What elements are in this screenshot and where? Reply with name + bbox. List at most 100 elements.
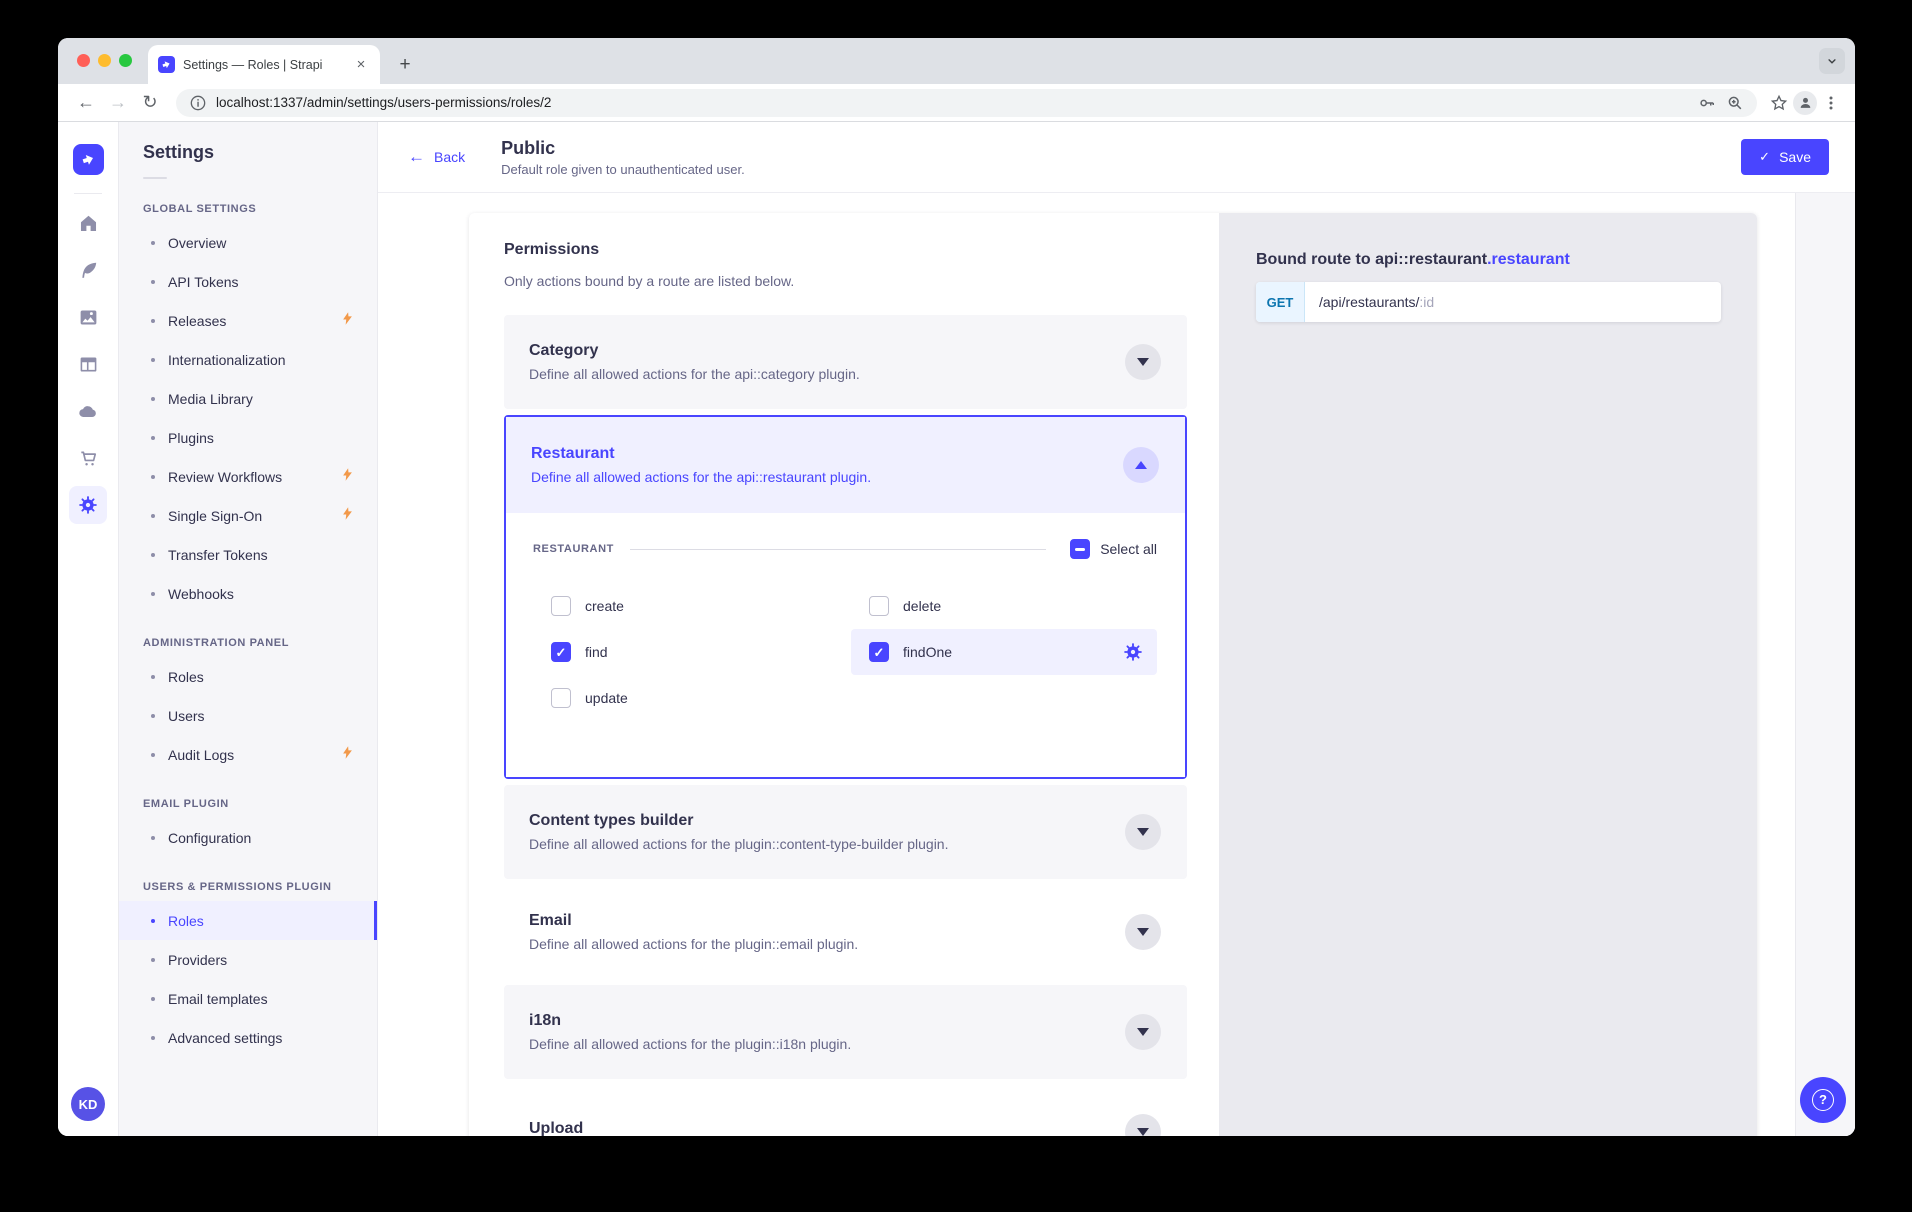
- content-type-builder-icon[interactable]: [69, 345, 107, 383]
- url-text[interactable]: localhost:1337/admin/settings/users-perm…: [216, 95, 1689, 110]
- save-button[interactable]: ✓ Save: [1741, 139, 1829, 175]
- bookmark-star-icon[interactable]: [1769, 93, 1789, 113]
- content-manager-feather-icon[interactable]: [69, 251, 107, 289]
- checkbox-findone[interactable]: [869, 642, 889, 662]
- browser-forward-button[interactable]: →: [104, 92, 132, 113]
- action-update: update: [533, 675, 839, 721]
- accordion-title: Email: [529, 912, 858, 930]
- sidebar-item-single-sign-on[interactable]: Single Sign-On: [119, 496, 377, 535]
- browser-tab[interactable]: Settings — Roles | Strapi ×: [148, 45, 380, 84]
- tab-close-icon[interactable]: ×: [352, 56, 370, 74]
- sidebar-item-releases[interactable]: Releases: [119, 301, 377, 340]
- accordion-header-category[interactable]: CategoryDefine all allowed actions for t…: [504, 315, 1187, 409]
- route-path-base: /api/restaurants/: [1319, 294, 1419, 310]
- sidebar-item-label: Overview: [168, 235, 377, 251]
- marketplace-cart-icon[interactable]: [69, 439, 107, 477]
- chevron-down-icon[interactable]: [1125, 1014, 1161, 1050]
- sidebar-item-api-tokens[interactable]: API Tokens: [119, 262, 377, 301]
- sidebar-item-internationalization[interactable]: Internationalization: [119, 340, 377, 379]
- triangle-glyph: [1137, 1128, 1149, 1136]
- bound-route-title-suffix: .restaurant: [1487, 251, 1570, 268]
- tab-search-chevron-icon[interactable]: [1819, 48, 1845, 74]
- sidebar-item-audit-logs[interactable]: Audit Logs: [119, 735, 377, 774]
- settings-gear-icon[interactable]: [69, 486, 107, 524]
- sidebar-item-review-workflows[interactable]: Review Workflows: [119, 457, 377, 496]
- strapi-logo-icon[interactable]: [73, 144, 104, 175]
- user-avatar[interactable]: KD: [71, 1087, 105, 1121]
- sidebar-item-advanced-settings[interactable]: Advanced settings: [119, 1018, 377, 1057]
- window-controls[interactable]: [77, 54, 132, 67]
- action-create: create: [533, 583, 839, 629]
- permissions-card: Permissions Only actions bound by a rout…: [469, 213, 1757, 1136]
- chevron-down-icon[interactable]: [1125, 914, 1161, 950]
- accordion-header-upload[interactable]: Upload: [504, 1085, 1187, 1136]
- permissions-accordion-list: CategoryDefine all allowed actions for t…: [504, 315, 1187, 1136]
- settings-sidebar: Settings GLOBAL SETTINGSOverviewAPI Toke…: [119, 122, 378, 1136]
- sidebar-title-divider: [143, 177, 167, 179]
- sidebar-item-plugins[interactable]: Plugins: [119, 418, 377, 457]
- checkbox-delete[interactable]: [869, 596, 889, 616]
- new-tab-button[interactable]: +: [392, 54, 418, 76]
- accordion-header-content-types-builder[interactable]: Content types builderDefine all allowed …: [504, 785, 1187, 879]
- checkbox-update[interactable]: [551, 688, 571, 708]
- browser-reload-button[interactable]: ↻: [136, 92, 164, 113]
- chevron-down-icon[interactable]: [1125, 344, 1161, 380]
- minimize-window-button[interactable]: [98, 54, 111, 67]
- chevron-down-icon[interactable]: [1125, 814, 1161, 850]
- cloud-icon[interactable]: [69, 392, 107, 430]
- bullet-icon: [151, 280, 155, 284]
- accordion-header-i18n[interactable]: i18nDefine all allowed actions for the p…: [504, 985, 1187, 1079]
- sidebar-item-label: Audit Logs: [168, 747, 327, 763]
- browser-window: Settings — Roles | Strapi × + ← → ↻ loca…: [58, 38, 1855, 1136]
- scrollbar-gutter[interactable]: [1795, 193, 1855, 1136]
- sidebar-item-overview[interactable]: Overview: [119, 223, 377, 262]
- bullet-icon: [151, 1036, 155, 1040]
- accordion-body-restaurant: RESTAURANTSelect allcreatedeletefindfind…: [506, 513, 1185, 777]
- checkbox-find[interactable]: [551, 642, 571, 662]
- sidebar-item-users[interactable]: Users: [119, 696, 377, 735]
- sidebar-item-email-templates[interactable]: Email templates: [119, 979, 377, 1018]
- close-window-button[interactable]: [77, 54, 90, 67]
- select-all-checkbox[interactable]: [1070, 539, 1090, 559]
- question-mark-icon: ?: [1812, 1089, 1834, 1111]
- back-link[interactable]: ← Back: [408, 147, 465, 167]
- zoom-icon[interactable]: [1725, 93, 1745, 113]
- checkbox-create[interactable]: [551, 596, 571, 616]
- browser-profile-icon[interactable]: [1793, 91, 1817, 115]
- advanced-settings-gear-icon[interactable]: [1123, 642, 1143, 662]
- route-path: /api/restaurants/:id: [1319, 294, 1434, 310]
- group-label: RESTAURANT: [533, 543, 614, 555]
- chevron-down-icon[interactable]: [1125, 1114, 1161, 1136]
- accordion-content-types-builder: Content types builderDefine all allowed …: [504, 785, 1187, 879]
- accordion-category: CategoryDefine all allowed actions for t…: [504, 315, 1187, 409]
- select-all-control[interactable]: Select all: [1070, 539, 1157, 559]
- sidebar-item-webhooks[interactable]: Webhooks: [119, 574, 377, 613]
- fullscreen-window-button[interactable]: [119, 54, 132, 67]
- site-info-icon[interactable]: [188, 93, 208, 113]
- sidebar-item-configuration[interactable]: Configuration: [119, 818, 377, 857]
- sidebar-item-label: Roles: [168, 913, 374, 929]
- accordion-title: Category: [529, 342, 860, 360]
- action-label: findOne: [903, 644, 952, 660]
- address-bar[interactable]: localhost:1337/admin/settings/users-perm…: [176, 89, 1757, 117]
- accordion-title: i18n: [529, 1012, 851, 1030]
- accordion-header-email[interactable]: EmailDefine all allowed actions for the …: [504, 885, 1187, 979]
- sidebar-item-providers[interactable]: Providers: [119, 940, 377, 979]
- home-icon[interactable]: [69, 204, 107, 242]
- browser-back-button[interactable]: ←: [72, 92, 100, 113]
- help-button[interactable]: ?: [1800, 1077, 1846, 1123]
- bullet-icon: [151, 241, 155, 245]
- sidebar-item-roles[interactable]: Roles: [119, 901, 377, 940]
- chevron-up-icon[interactable]: [1123, 447, 1159, 483]
- browser-menu-icon[interactable]: [1821, 93, 1841, 113]
- media-library-icon[interactable]: [69, 298, 107, 336]
- sidebar-item-transfer-tokens[interactable]: Transfer Tokens: [119, 535, 377, 574]
- password-key-icon[interactable]: [1697, 93, 1717, 113]
- bound-route-title-prefix: Bound route to api::restaurant: [1256, 251, 1487, 268]
- accordion-header-restaurant[interactable]: RestaurantDefine all allowed actions for…: [506, 417, 1185, 513]
- sidebar-item-media-library[interactable]: Media Library: [119, 379, 377, 418]
- sidebar-item-roles[interactable]: Roles: [119, 657, 377, 696]
- sidebar-item-label: Email templates: [168, 991, 377, 1007]
- bound-route-title: Bound route to api::restaurant.restauran…: [1256, 251, 1721, 269]
- strapi-favicon-icon: [158, 56, 175, 73]
